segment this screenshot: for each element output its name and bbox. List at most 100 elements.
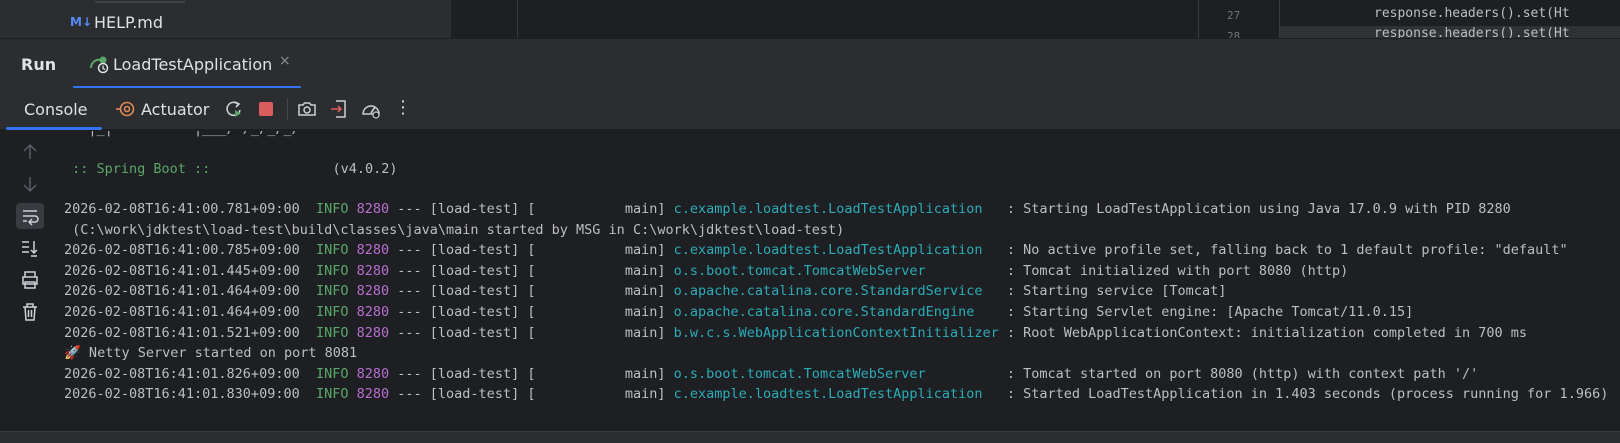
log-message: : Started LoadTestApplication in 1.403 s… [998, 386, 1609, 403]
log-message: : Tomcat initialized with port 8080 (htt… [998, 262, 1349, 279]
line-number: 27 [1227, 9, 1241, 22]
banner-cut-line: |_| |___/=/_/_/_/ [64, 131, 299, 139]
log-timestamp: 2026-02-08T16:41:01.826+09:00 [64, 365, 300, 382]
active-tab-indicator [6, 127, 102, 130]
log-timestamp: 2026-02-08T16:41:01.464+09:00 [64, 283, 300, 300]
log-line: 2026-02-08T16:41:01.464+09:00 INFO 8280 … [64, 281, 1226, 301]
scroll-to-end-icon[interactable] [19, 237, 41, 259]
editor-left-pane [452, 0, 1198, 38]
tab-console-label: Console [24, 100, 88, 119]
console-side-toolbar [0, 131, 60, 443]
editor-area: M↓ HELP.md 27 28 response.headers().set(… [0, 0, 1620, 38]
log-message: : Starting Servlet engine: [Apache Tomca… [998, 304, 1414, 320]
log-timestamp: 2026-02-08T16:41:00.785+09:00 [64, 242, 300, 259]
spring-boot-version: (v4.0.2) [332, 161, 398, 177]
soft-wrap-icon[interactable] [19, 205, 41, 227]
print-icon[interactable] [19, 269, 41, 291]
run-tool-window-header: Run LoadTestApplication × [0, 38, 1620, 89]
log-timestamp: 2026-02-08T16:41:01.830+09:00 [64, 386, 300, 403]
log-timestamp: 2026-02-08T16:41:01.445+09:00 [64, 262, 300, 279]
run-toolbar: Console Actuator ⋮ [0, 88, 1620, 130]
log-logger: c.example.loadtest.LoadTestApplication [673, 386, 999, 403]
close-icon[interactable]: × [279, 53, 291, 69]
run-tab-loadtestapplication[interactable]: LoadTestApplication × [73, 39, 301, 89]
log-line: 2026-02-08T16:41:01.830+09:00 INFO 8280 … [64, 384, 1608, 404]
profiler-gauge-icon[interactable] [360, 98, 382, 120]
log-level: INFO [315, 201, 349, 217]
log-thread: --- [load-test] [ main] [397, 304, 666, 320]
log-level: INFO [315, 386, 349, 403]
project-file-help-md[interactable]: HELP.md [94, 13, 163, 32]
spring-boot-banner: :: Spring Boot :: (v4.0.2) [64, 159, 397, 179]
log-line: 2026-02-08T16:41:00.785+09:00 INFO 8280 … [64, 240, 1568, 260]
log-logger: o.apache.catalina.core.StandardService [673, 283, 999, 300]
log-level: INFO [315, 262, 349, 279]
bottom-scroll-bar [0, 431, 1620, 443]
log-logger: o.apache.catalina.core.StandardEngine [673, 304, 999, 320]
log-thread: --- [load-test] [ main] [397, 242, 666, 259]
project-tree: M↓ HELP.md [0, 0, 452, 38]
log-message: : Starting LoadTestApplication using Jav… [998, 201, 1511, 217]
toolbar-separator [287, 98, 288, 120]
log-thread: --- [load-test] [ main] [397, 324, 666, 341]
log-line: 2026-02-08T16:41:01.521+09:00 INFO 8280 … [64, 323, 1527, 343]
log-logger: o.s.boot.tomcat.TomcatWebServer [673, 365, 999, 382]
login-icon[interactable] [328, 98, 350, 120]
tab-console[interactable]: Console [6, 88, 102, 130]
log-logger: o.s.boot.tomcat.TomcatWebServer [673, 262, 999, 279]
log-line: 2026-02-08T16:41:01.826+09:00 INFO 8280 … [64, 364, 1478, 384]
stop-icon[interactable] [255, 98, 277, 120]
spring-boot-label: :: Spring Boot :: [64, 161, 219, 177]
markdown-file-icon: M↓ [70, 15, 92, 29]
log-level: INFO [315, 283, 349, 300]
camera-icon[interactable] [296, 98, 318, 120]
log-line: 🚀 Netty Server started on port 8081 [64, 345, 358, 362]
console-output[interactable]: |_| |___/=/_/_/_/ :: Spring Boot :: (v4.… [60, 131, 1620, 431]
log-thread: --- [load-test] [ main] [397, 201, 666, 217]
more-options-icon[interactable]: ⋮ [392, 97, 414, 119]
log-pid: 8280 [356, 386, 390, 403]
code-line: response.headers().set(Ht [1280, 26, 1620, 38]
log-level: INFO [315, 304, 349, 320]
trash-icon[interactable] [19, 301, 41, 323]
log-pid: 8280 [356, 324, 390, 341]
log-level: INFO [315, 242, 349, 259]
actuator-icon [116, 101, 135, 117]
scroll-up-icon[interactable] [19, 141, 41, 163]
log-timestamp: 2026-02-08T16:41:01.521+09:00 [64, 324, 300, 341]
log-line: 2026-02-08T16:41:01.445+09:00 INFO 8280 … [64, 261, 1348, 281]
log-thread: --- [load-test] [ main] [397, 365, 666, 382]
code-line: response.headers().set(Ht [1374, 6, 1570, 21]
spring-boot-run-icon [90, 56, 109, 74]
log-pid: 8280 [356, 283, 390, 300]
editor-gutter: 27 28 [1198, 0, 1280, 38]
log-line: (C:\work\jdktest\load-test\build\classes… [64, 221, 845, 238]
rerun-icon[interactable] [223, 98, 245, 120]
log-message: : No active profile set, falling back to… [998, 242, 1568, 259]
log-level: INFO [315, 324, 349, 341]
log-pid: 8280 [356, 201, 390, 217]
log-logger: c.example.loadtest.LoadTestApplication [673, 242, 999, 259]
line-number: 28 [1227, 30, 1241, 38]
run-panel-title: Run [21, 55, 57, 74]
tab-actuator-label: Actuator [141, 100, 210, 119]
log-message: : Root WebApplicationContext: initializa… [998, 324, 1528, 341]
log-logger: c.example.loadtest.LoadTestApplication [673, 201, 999, 217]
log-pid: 8280 [356, 304, 390, 320]
project-tree-cut-row [95, 0, 185, 3]
code-editor[interactable]: response.headers().set(Ht response.heade… [1280, 0, 1620, 38]
log-pid: 8280 [356, 262, 390, 279]
log-level: INFO [315, 365, 349, 382]
log-pid: 8280 [356, 365, 390, 382]
log-thread: --- [load-test] [ main] [397, 386, 666, 403]
log-logger: b.w.c.s.WebApplicationContextInitializer [673, 324, 999, 341]
scroll-down-icon[interactable] [19, 173, 41, 195]
log-message: : Starting service [Tomcat] [998, 283, 1227, 300]
log-line: 2026-02-08T16:41:01.464+09:00 INFO 8280 … [64, 302, 1413, 322]
log-thread: --- [load-test] [ main] [397, 262, 666, 279]
log-timestamp: 2026-02-08T16:41:01.464+09:00 [64, 304, 300, 320]
tab-actuator[interactable]: Actuator [112, 88, 216, 130]
log-message: : Tomcat started on port 8080 (http) wit… [998, 365, 1479, 382]
log-timestamp: 2026-02-08T16:41:00.781+09:00 [64, 201, 300, 217]
run-tab-label: LoadTestApplication [113, 55, 273, 74]
